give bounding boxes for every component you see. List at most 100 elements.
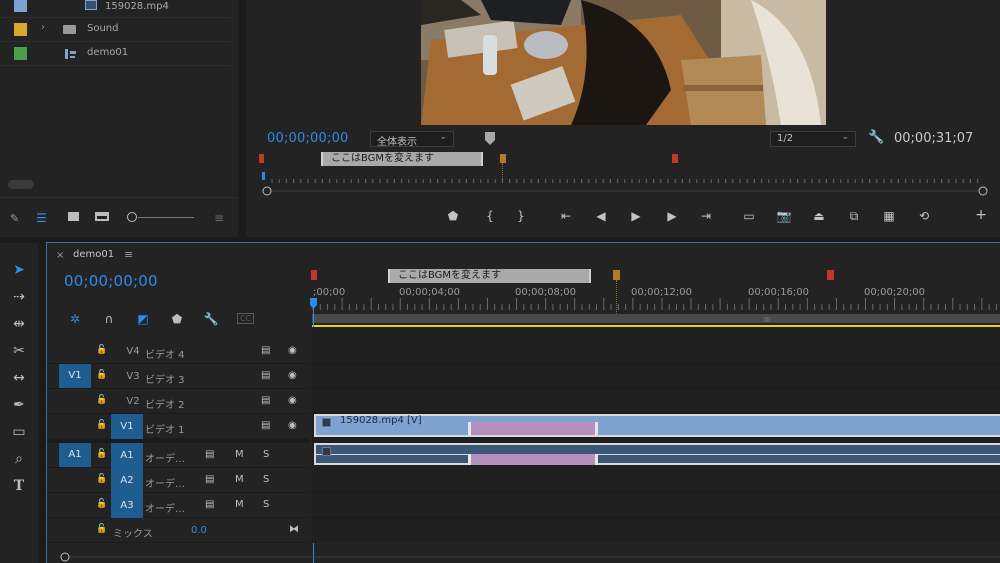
timeline-marker-comment[interactable]: ここはBGMを変えます xyxy=(388,269,591,283)
track-name[interactable]: V2 xyxy=(119,396,147,407)
lift-icon[interactable]: ⏏ xyxy=(810,209,828,223)
eye-icon[interactable]: ◉ xyxy=(288,345,297,356)
selected-range[interactable] xyxy=(471,454,595,465)
menu-lines-icon[interactable]: ≡ xyxy=(214,211,224,225)
timeline-tab-title[interactable]: demo01 xyxy=(73,249,114,260)
slip-tool-icon[interactable]: ↔ xyxy=(8,367,30,389)
eye-icon[interactable]: ◉ xyxy=(288,370,297,381)
go-to-out-icon[interactable]: ⇥ xyxy=(697,209,715,223)
in-point-handle[interactable] xyxy=(468,454,471,465)
solo-button[interactable]: S xyxy=(263,499,269,510)
zoom-slider-track[interactable] xyxy=(138,217,194,218)
mute-button[interactable]: M xyxy=(235,499,244,510)
lock-icon[interactable]: 🔓 xyxy=(96,524,107,534)
freeform-view-icon[interactable] xyxy=(95,212,109,221)
track-name[interactable]: A3 xyxy=(111,493,143,518)
zoom-tool-icon[interactable]: ⌕ xyxy=(8,448,30,470)
label-color-swatch[interactable] xyxy=(14,0,27,12)
lock-icon[interactable]: 🔓 xyxy=(96,499,107,509)
track-name[interactable]: A1 xyxy=(111,443,143,468)
pencil-icon[interactable]: ✎ xyxy=(10,212,19,225)
lock-icon[interactable]: 🔓 xyxy=(96,449,107,459)
add-button-icon[interactable]: + xyxy=(972,208,990,222)
mute-button[interactable]: M xyxy=(235,474,244,485)
linked-selection-icon[interactable]: ◩ xyxy=(135,312,151,326)
track-name[interactable]: V4 xyxy=(119,346,147,357)
project-item-sequence[interactable]: demo01 xyxy=(0,42,230,66)
out-point-handle[interactable] xyxy=(595,422,598,435)
fit-select[interactable]: 全体表示 ⌄ xyxy=(370,131,454,148)
snap-magnet-icon[interactable]: ∩ xyxy=(101,312,117,326)
marker-red-icon[interactable] xyxy=(827,270,834,280)
chevron-right-icon[interactable]: › xyxy=(41,22,45,33)
icon-view-icon[interactable] xyxy=(68,212,79,221)
program-mini-ruler[interactable] xyxy=(262,172,988,198)
sync-lock-icon[interactable]: ▤ xyxy=(261,345,270,356)
mix-value[interactable]: 0.0 xyxy=(191,525,207,536)
program-timecode[interactable]: 00;00;00;00 xyxy=(267,131,349,146)
add-marker-icon[interactable]: ⬟ xyxy=(169,312,185,326)
marker-red-icon[interactable] xyxy=(259,154,264,163)
sync-lock-icon[interactable]: ▤ xyxy=(261,370,270,381)
out-point-handle[interactable] xyxy=(595,454,598,465)
audio-level-line[interactable] xyxy=(316,454,1000,455)
marker-orange-icon[interactable] xyxy=(500,154,506,163)
type-tool-icon[interactable]: T xyxy=(8,475,30,497)
export-frame-icon[interactable]: 📷 xyxy=(775,209,793,223)
track-name[interactable]: V3 xyxy=(119,371,147,382)
mark-out-icon[interactable]: } xyxy=(512,209,530,223)
nest-toggle-icon[interactable]: ✲ xyxy=(67,312,83,326)
step-back-icon[interactable]: ◀ xyxy=(592,209,610,223)
toggle-proxies-icon[interactable]: ⟲ xyxy=(915,209,933,223)
go-to-end-icon[interactable]: ⧓ xyxy=(289,524,299,535)
selected-range[interactable] xyxy=(471,422,595,435)
timeline-settings-wrench-icon[interactable]: 🔧 xyxy=(203,312,219,326)
sync-lock-icon[interactable]: ▤ xyxy=(261,420,270,431)
eye-icon[interactable]: ◉ xyxy=(288,395,297,406)
label-color-swatch[interactable] xyxy=(14,47,27,60)
pen-tool-icon[interactable]: ✒ xyxy=(8,394,30,416)
track-name[interactable]: V1 xyxy=(111,414,143,439)
razor-tool-icon[interactable]: ✂ xyxy=(8,340,30,362)
rectangle-tool-icon[interactable]: ▭ xyxy=(8,421,30,443)
mute-button[interactable]: M xyxy=(235,449,244,460)
lock-icon[interactable]: 🔓 xyxy=(96,345,107,355)
project-item-video[interactable]: 159028.mp4 xyxy=(0,0,230,18)
captions-toggle[interactable]: CC xyxy=(237,313,255,324)
mark-in-icon[interactable]: { xyxy=(481,209,499,223)
extract-icon[interactable]: ⧉ xyxy=(845,209,863,223)
in-point-handle[interactable] xyxy=(468,422,471,435)
comparison-view-icon[interactable]: ▦ xyxy=(880,209,898,223)
selection-tool-icon[interactable]: ➤ xyxy=(8,259,30,281)
lock-icon[interactable]: 🔓 xyxy=(96,474,107,484)
solo-button[interactable]: S xyxy=(263,449,269,460)
playhead-mini-icon[interactable] xyxy=(484,131,496,146)
label-color-swatch[interactable] xyxy=(14,23,27,36)
list-view-icon[interactable]: ☰ xyxy=(36,211,47,225)
lock-icon[interactable]: 🔓 xyxy=(96,395,107,405)
solo-button[interactable]: S xyxy=(263,474,269,485)
close-tab-icon[interactable]: × xyxy=(56,250,64,261)
marker-red-icon[interactable] xyxy=(311,270,317,280)
wrench-icon[interactable]: 🔧 xyxy=(868,130,884,145)
tab-menu-icon[interactable]: ≡ xyxy=(124,248,133,261)
add-marker-icon[interactable]: ⬟ xyxy=(444,209,462,223)
timeline-horizontal-scrollbar[interactable] xyxy=(56,551,1000,563)
play-icon[interactable]: ▶ xyxy=(627,209,645,223)
resolution-select[interactable]: 1/2 ⌄ xyxy=(770,131,856,147)
program-marker-comment[interactable]: ここはBGMを変えます xyxy=(321,152,483,166)
lock-icon[interactable]: 🔓 xyxy=(96,370,107,380)
marker-orange-icon[interactable] xyxy=(613,270,620,280)
track-select-tool-icon[interactable]: ⇢ xyxy=(8,286,30,308)
zoom-slider-handle[interactable] xyxy=(127,212,137,222)
eye-icon[interactable]: ◉ xyxy=(288,420,297,431)
sync-lock-icon[interactable]: ▤ xyxy=(205,474,214,485)
sync-lock-icon[interactable]: ▤ xyxy=(205,499,214,510)
ripple-edit-tool-icon[interactable]: ⇹ xyxy=(8,313,30,335)
sequence-timecode[interactable]: 00;00;00;00 xyxy=(64,272,158,290)
safe-margins-icon[interactable]: ▭ xyxy=(740,209,758,223)
sync-lock-icon[interactable]: ▤ xyxy=(205,449,214,460)
audio-clip[interactable] xyxy=(314,443,1000,465)
step-forward-icon[interactable]: ▶ xyxy=(663,209,681,223)
go-to-in-icon[interactable]: ⇤ xyxy=(557,209,575,223)
